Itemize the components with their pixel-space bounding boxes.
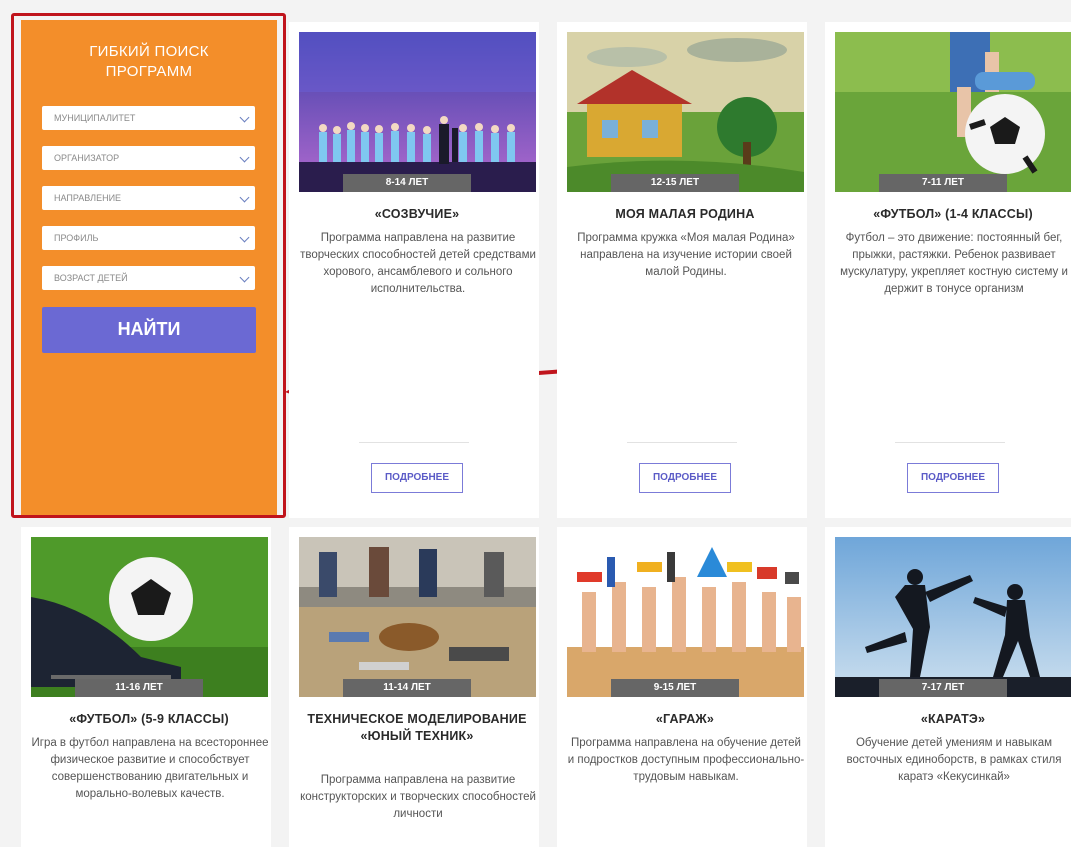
program-card-young-technician: 11-14 ЛЕТ ТЕХНИЧЕСКОЕ МОДЕЛИРОВАНИЕ «ЮНЫ… xyxy=(289,527,539,847)
age-badge: 7-17 ЛЕТ xyxy=(879,679,1007,697)
card-description: Футбол – это движение: постоянный бег, п… xyxy=(840,232,1068,295)
age-badge: 9-15 ЛЕТ xyxy=(611,679,739,697)
age-badge: 7-11 ЛЕТ xyxy=(879,174,1007,192)
program-card-football-1-4: 7-11 ЛЕТ «ФУТБОЛ» (1-4 КЛАССЫ) Футбол – … xyxy=(825,22,1071,518)
more-button[interactable]: ПОДРОБНЕЕ xyxy=(639,463,731,493)
card-description: Программа кружка «Моя малая Родина» напр… xyxy=(577,232,795,278)
card-title: «ФУТБОЛ» (5-9 КЛАССЫ) xyxy=(69,712,229,726)
village-house-painting xyxy=(567,32,804,192)
program-card-garage: 9-15 ЛЕТ «ГАРАЖ» Программа направлена на… xyxy=(557,527,807,847)
highlight-frame xyxy=(11,13,286,518)
card-description: Программа направлена на развитие констру… xyxy=(300,774,536,820)
age-badge: 11-14 ЛЕТ xyxy=(343,679,471,697)
age-badge: 12-15 ЛЕТ xyxy=(611,174,739,192)
card-title: «ГАРАЖ» xyxy=(655,712,715,726)
card-description: Обучение детей умениям и навыкам восточн… xyxy=(846,737,1062,783)
karate-silhouettes-photo xyxy=(835,537,1071,697)
card-title: ТЕХНИЧЕСКОЕ МОДЕЛИРОВАНИЕ «ЮНЫЙ ТЕХНИК» xyxy=(307,712,527,743)
more-button[interactable]: ПОДРОБНЕЕ xyxy=(907,463,999,493)
program-card-moya-malaya-rodina: 12-15 ЛЕТ МОЯ МАЛАЯ РОДИНА Программа кру… xyxy=(557,22,807,518)
card-description: Программа направлена на обучение детей и… xyxy=(567,737,805,783)
card-description: Игра в футбол направлена на всестороннее… xyxy=(31,737,269,800)
more-button[interactable]: ПОДРОБНЕЕ xyxy=(371,463,463,493)
card-title: «СОЗВУЧИЕ» xyxy=(374,207,460,221)
card-title: «КАРАТЭ» xyxy=(920,712,986,726)
card-divider xyxy=(895,442,1005,443)
card-title: «ФУТБОЛ» (1-4 КЛАССЫ) xyxy=(873,207,1033,221)
age-badge: 8-14 ЛЕТ xyxy=(343,174,471,192)
program-card-sozvuchie: 8-14 ЛЕТ «СОЗВУЧИЕ» Программа направлена… xyxy=(289,22,539,518)
boot-and-soccer-ball-photo xyxy=(31,537,268,697)
program-card-karate: 7-17 ЛЕТ «КАРАТЭ» Обучение детей умениям… xyxy=(825,527,1071,847)
card-title: МОЯ МАЛАЯ РОДИНА xyxy=(615,207,755,221)
card-divider xyxy=(627,442,737,443)
choir-stage-photo xyxy=(299,32,536,192)
age-badge: 11-16 ЛЕТ xyxy=(75,679,203,697)
card-description: Программа направлена на развитие творчес… xyxy=(300,232,536,295)
program-card-football-5-9: 11-16 ЛЕТ «ФУТБОЛ» (5-9 КЛАССЫ) Игра в ф… xyxy=(21,527,271,847)
model-workshop-photo xyxy=(299,537,536,697)
card-divider xyxy=(359,442,469,443)
hands-with-tools-photo xyxy=(567,537,804,697)
child-with-soccer-ball-photo xyxy=(835,32,1071,192)
